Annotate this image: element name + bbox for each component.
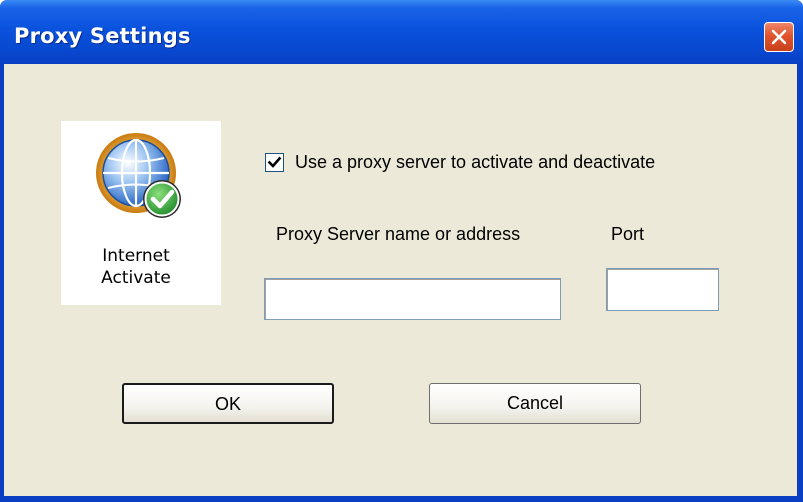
- checkmark-icon: [267, 156, 282, 168]
- port-input[interactable]: [606, 268, 719, 311]
- use-proxy-label[interactable]: Use a proxy server to activate and deact…: [295, 152, 655, 173]
- icon-label-line2: Activate: [101, 268, 171, 288]
- icon-label-line1: Internet: [102, 246, 170, 266]
- proxy-server-input[interactable]: [264, 278, 561, 320]
- close-button[interactable]: [764, 22, 794, 52]
- use-proxy-checkbox[interactable]: [265, 153, 284, 172]
- close-icon: [771, 29, 787, 45]
- internet-globe-check-icon: [96, 133, 181, 218]
- title-bar[interactable]: Proxy Settings: [0, 0, 803, 64]
- cancel-button[interactable]: Cancel: [429, 383, 641, 424]
- proxy-server-label: Proxy Server name or address: [276, 224, 521, 244]
- proxy-settings-window: Proxy Settings Internet Activate Use a p…: [0, 0, 803, 502]
- window-title: Proxy Settings: [14, 24, 191, 48]
- port-label: Port: [611, 224, 645, 244]
- dialog-body: Internet Activate Use a proxy server to …: [4, 64, 797, 496]
- ok-button[interactable]: OK: [122, 383, 334, 424]
- internet-activate-panel: Internet Activate: [61, 121, 221, 305]
